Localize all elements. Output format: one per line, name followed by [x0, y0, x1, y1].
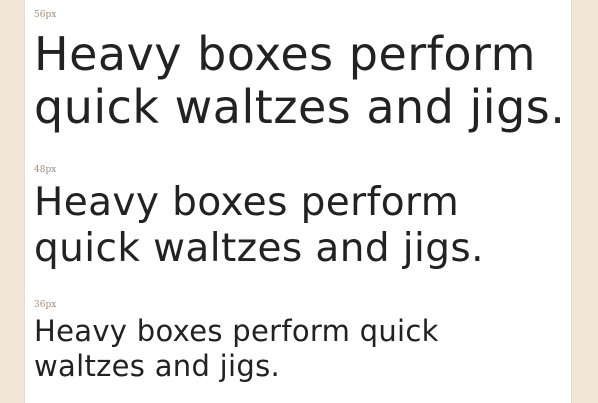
specimen-36px: 36px Heavy boxes perform quick waltzes an…	[34, 300, 571, 384]
sample-line-2: quick waltzes and jigs.	[34, 80, 566, 134]
specimen-48px: 48px Heavy boxes perform quick waltzes an…	[34, 165, 571, 272]
size-label: 36px	[34, 300, 57, 310]
sample-line-1: Heavy boxes perform	[34, 180, 460, 225]
sample-line-1: Heavy boxes perform	[34, 27, 536, 81]
sample-line-1: Heavy boxes perform quick	[34, 314, 439, 348]
specimen-page: 56px Heavy boxes perform quick waltzes an…	[24, 0, 572, 403]
sample-text: Heavy boxes perform quick waltzes and jig…	[34, 180, 571, 272]
size-label: 48px	[34, 165, 57, 175]
sample-text: Heavy boxes perform quick waltzes and jig…	[34, 314, 571, 384]
sample-line-2: quick waltzes and jigs.	[34, 226, 484, 271]
specimen-56px: 56px Heavy boxes perform quick waltzes an…	[34, 10, 571, 134]
sample-line-2: waltzes and jigs.	[34, 349, 281, 383]
size-label: 56px	[34, 10, 57, 20]
sample-text: Heavy boxes perform quick waltzes and jig…	[34, 28, 571, 134]
